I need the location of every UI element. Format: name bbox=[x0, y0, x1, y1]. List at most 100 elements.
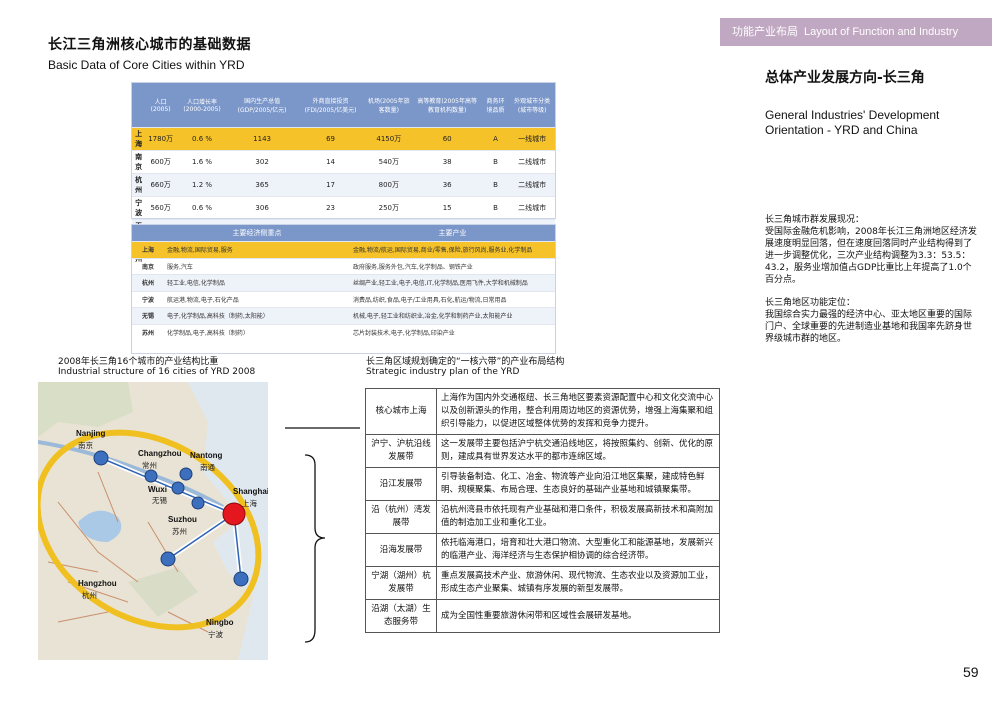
table2-cell: 南京 bbox=[132, 257, 164, 275]
table1-cell: B bbox=[481, 150, 510, 174]
table1-cell: 二线城市 bbox=[509, 196, 555, 220]
table1-header: 机场(2005年旅客数量) bbox=[364, 83, 413, 128]
table2-cell: 无锡 bbox=[132, 307, 164, 324]
page-title-en: Basic Data of Core Cities within YRD bbox=[48, 58, 245, 72]
label-suzhou-en: Suzhou bbox=[168, 515, 197, 524]
table2-cell: 消费品,纺织,食品,电子/工业用具,石化,航运/物流,日常用品 bbox=[350, 290, 555, 308]
yrd-map: Nanjing Changzhou Nantong Wuxi Shanghai … bbox=[38, 382, 268, 660]
table2-row: 苏州 化学制品,电子,高科技（制药） 芯片封装技术,电子,化学制品,印染产业 bbox=[132, 323, 555, 340]
table2-cell: 航运港,物流,电子,石化产品 bbox=[164, 290, 350, 308]
table1-header: 国内生产总值(GDP/2005/亿元) bbox=[227, 83, 297, 128]
plan-core-label: 核心城市上海 bbox=[365, 388, 437, 435]
table1-header: 高等教育(2005年高等教育机构数量) bbox=[412, 83, 482, 128]
table2-cell: 上海 bbox=[132, 241, 164, 258]
label-hangzhou-cn: 杭州 bbox=[82, 590, 97, 600]
page-title-cn: 长江三角洲核心城市的基础数据 bbox=[48, 37, 251, 53]
table2-cell: 杭州 bbox=[132, 274, 164, 291]
table1-cell: 1143 bbox=[227, 127, 297, 151]
plan-row: 沪宁、沪杭沿线发展带 这一发展带主要包括沪宁杭交通沿线地区，将按照集约、创新、优… bbox=[365, 434, 720, 468]
table1-cell: 二线城市 bbox=[509, 150, 555, 174]
table1-cell: 1.2 % bbox=[176, 173, 228, 197]
table2-row: 上海 金融,物流,国际贸易,服务 金融,物流/航运,国际贸易,商业/零售,保险,旅行… bbox=[132, 241, 555, 258]
label-wuxi-cn: 无锡 bbox=[152, 496, 167, 505]
map-caption: 2008年长三角16个城市的产业结构比重 Industrial structur… bbox=[58, 357, 255, 377]
table2-cell: 宁波 bbox=[132, 290, 164, 308]
label-changzhou-cn: 常州 bbox=[142, 461, 157, 470]
industry-plan-table: 核心城市上海 上海作为国内外交通枢纽、长三角地区要素资源配置中心和文化交流中心以… bbox=[365, 388, 720, 633]
section-tab-en: Layout of Function and Industry bbox=[804, 26, 959, 38]
plan-row-core: 核心城市上海 上海作为国内外交通枢纽、长三角地区要素资源配置中心和文化交流中心以… bbox=[365, 388, 720, 435]
table1-cell: 宁波 bbox=[132, 196, 146, 220]
table1-cell: 69 bbox=[296, 127, 365, 151]
section-tab: 功能产业布局 Layout of Function and Industry bbox=[720, 18, 992, 46]
table1-header: 外观城市分类(城市等级) bbox=[509, 83, 555, 128]
table1-cell: 15 bbox=[412, 196, 482, 220]
table2-cell: 丝绸产业,轻工业,电子,电信,IT,化学制品,医用飞件,大学和机械制品 bbox=[350, 274, 555, 291]
table2-cell: 金融,物流,国际贸易,服务 bbox=[164, 241, 350, 258]
plan-caption-cn: 长三角区域规划确定的“一核六带”的产业布局结构 bbox=[366, 357, 565, 367]
plan-caption: 长三角区域规划确定的“一核六带”的产业布局结构 Strategic indust… bbox=[366, 357, 564, 377]
core-cities-data-table: 人口(2005) 人口增长率(2000-2005) 国内生产总值(GDP/2005/… bbox=[131, 82, 556, 265]
plan-label: 宁湖（湖州）杭发展带 bbox=[365, 566, 437, 600]
table1-cell: 1780万 bbox=[145, 127, 177, 151]
table1-cell: 上海 bbox=[132, 127, 146, 151]
plan-label: 沿湖（太湖）生态服务带 bbox=[365, 599, 437, 633]
plan-core-text: 上海作为国内外交通枢纽、长三角地区要素资源配置中心和文化交流中心以及创新源头的作… bbox=[436, 388, 720, 435]
table2-cell: 金融,物流/航运,国际贸易,商业/零售,保险,旅行风尚,服务业,化学制品 bbox=[350, 241, 555, 258]
label-hangzhou-en: Hangzhou bbox=[78, 579, 117, 588]
city-node bbox=[144, 469, 158, 483]
plan-text: 成为全国性重要旅游休闲带和区域性会展研发基地。 bbox=[436, 599, 720, 633]
economic-focus-table: 主要经济侧重点 主要产业 上海 金融,物流,国际贸易,服务 金融,物流/航运,国际贸易… bbox=[131, 224, 556, 354]
table1-cell: 1.6 % bbox=[176, 150, 228, 174]
table2-row: 南京 服务,汽车 政府服务,服务外包,汽车,化学制品、钢铁产业 bbox=[132, 257, 555, 275]
table2-row: 无锡 电子,化学制品,高科技（制药,太阳能） 机械,电子,轻工业和纺织业,冶金,化学… bbox=[132, 307, 555, 324]
table1-cell: 二线城市 bbox=[509, 173, 555, 197]
plan-label: 沿江发展带 bbox=[365, 467, 437, 501]
label-shanghai-cn: 上海 bbox=[242, 498, 257, 508]
table1-row: 杭州 660万 1.2 % 365 17 800万 36 B 二线城市 bbox=[132, 173, 555, 197]
section-tab-cn: 功能产业布局 bbox=[732, 26, 798, 38]
table2-row: 杭州 轻工业,电信,化学制品 丝绸产业,轻工业,电子,电信,IT,化学制品,医用飞件… bbox=[132, 274, 555, 291]
plan-caption-en: Strategic industry plan of the YRD bbox=[366, 367, 520, 377]
table1-header: 外商直接投资(FDI/2005/亿美元) bbox=[296, 83, 365, 128]
plan-text: 沿杭州湾县市依托现有产业基础和港口条件，积极发展高新技术和高附加值的制造加工业和… bbox=[436, 500, 720, 534]
para1-heading: 长三角城市群发展现况： bbox=[765, 215, 865, 225]
table1-cell: B bbox=[481, 196, 510, 220]
table1-row: 上海 1780万 0.6 % 1143 69 4150万 60 A 一线城市 bbox=[132, 127, 555, 151]
city-node bbox=[171, 481, 185, 495]
page-number: 59 bbox=[963, 664, 979, 680]
plan-text: 这一发展带主要包括沪宁杭交通沿线地区，将按照集约、创新、优化的原则，建成具有世界… bbox=[436, 434, 720, 468]
label-changzhou-en: Changzhou bbox=[138, 449, 182, 458]
para2-text: 我国综合实力最强的经济中心、亚太地区重要的国际门户、全球重要的先进制造业基地和我… bbox=[765, 310, 973, 344]
label-suzhou-cn: 苏州 bbox=[172, 526, 187, 536]
table2-header: 主要产业 bbox=[350, 225, 555, 242]
plan-connector bbox=[285, 427, 360, 643]
city-node bbox=[160, 551, 176, 567]
label-ningbo-en: Ningbo bbox=[206, 618, 234, 627]
table1-cell: 17 bbox=[296, 173, 365, 197]
plan-label: 沪宁、沪杭沿线发展带 bbox=[365, 434, 437, 468]
table2-cell: 化学制品,电子,高科技（制药） bbox=[164, 323, 350, 340]
city-node bbox=[233, 571, 249, 587]
label-shanghai-en: Shanghai bbox=[233, 487, 268, 496]
label-nantong-cn: 南通 bbox=[200, 462, 215, 472]
table1-cell: 800万 bbox=[364, 173, 413, 197]
table1-cell: 一线城市 bbox=[509, 127, 555, 151]
table1-cell: 560万 bbox=[145, 196, 177, 220]
table1-cell: 0.6 % bbox=[176, 127, 228, 151]
table1-row: 南京 600万 1.6 % 302 14 540万 38 B 二线城市 bbox=[132, 150, 555, 174]
table1-cell: B bbox=[481, 173, 510, 197]
label-ningbo-cn: 宁波 bbox=[208, 629, 223, 639]
table1-header: 人口增长率(2000-2005) bbox=[176, 83, 228, 128]
table1-cell: 36 bbox=[412, 173, 482, 197]
plan-row: 沿（杭州）湾发展带 沿杭州湾县市依托现有产业基础和港口条件，积极发展高新技术和高… bbox=[365, 500, 720, 534]
table1-cell: 660万 bbox=[145, 173, 177, 197]
plan-text: 重点发展高技术产业、旅游休闲、现代物流、生态农业以及资源加工业，形成生态产业聚集… bbox=[436, 566, 720, 600]
table1-cell: 600万 bbox=[145, 150, 177, 174]
table1-header bbox=[132, 83, 146, 128]
table1-header: 人口(2005) bbox=[145, 83, 177, 128]
plan-label: 沿海发展带 bbox=[365, 533, 437, 567]
right-title: 总体产业发展方向-长三角 bbox=[765, 70, 925, 86]
table1-cell: 14 bbox=[296, 150, 365, 174]
city-node bbox=[93, 450, 109, 466]
